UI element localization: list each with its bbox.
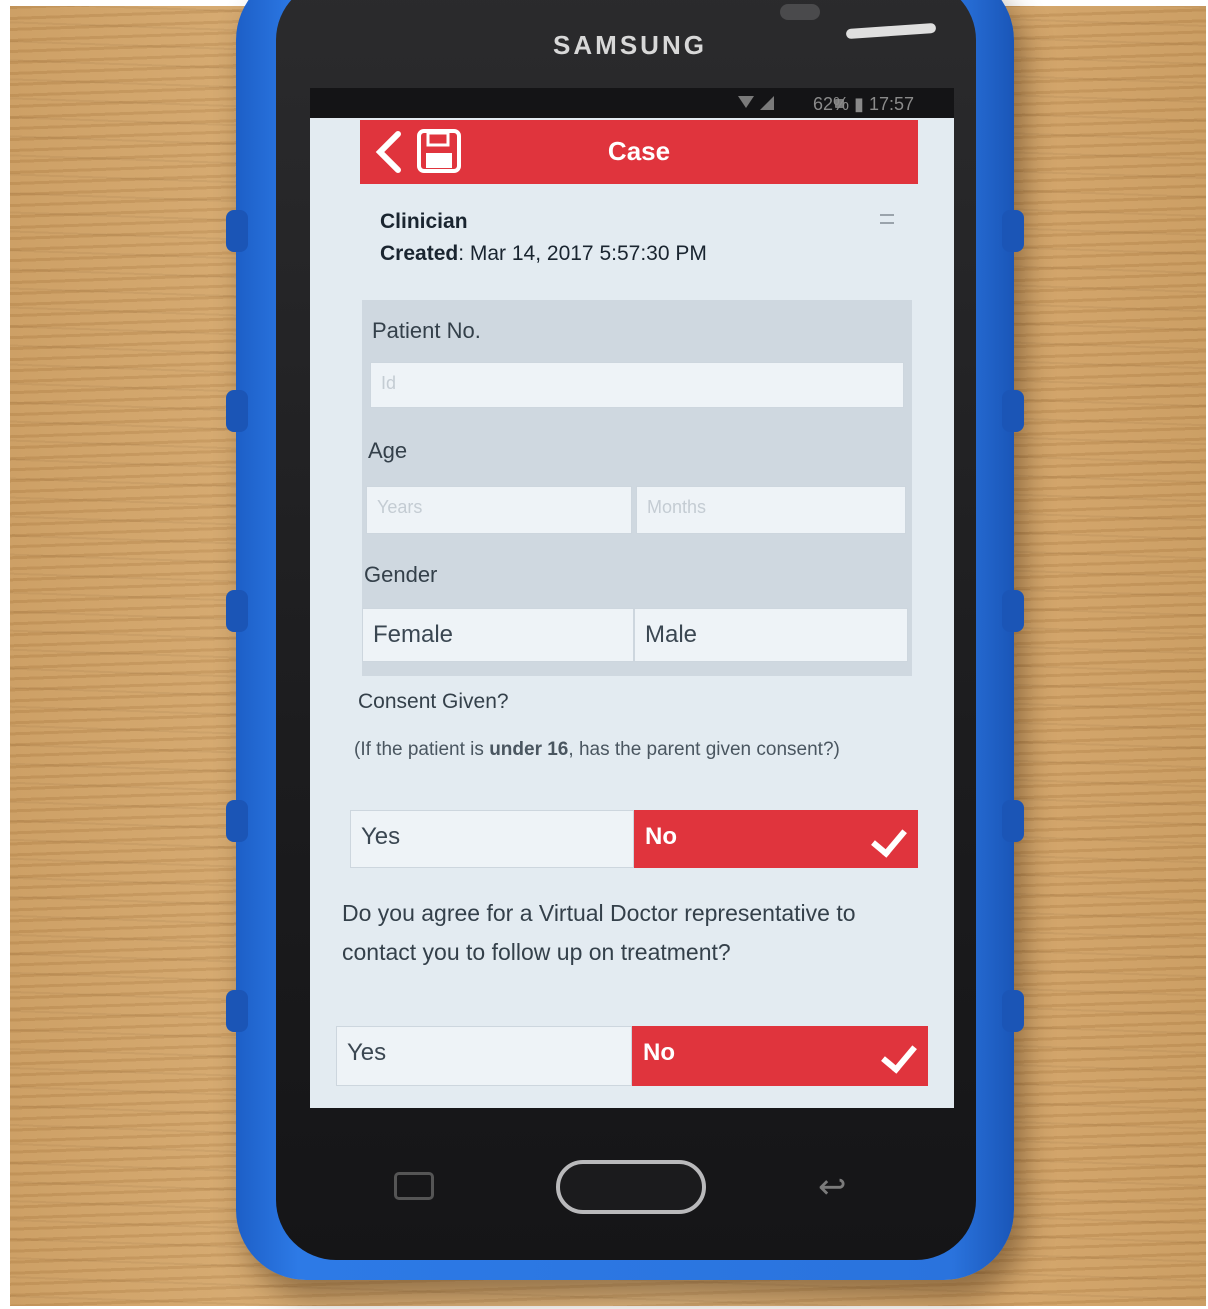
age-years-input[interactable]: Years — [366, 486, 632, 534]
phone-screen: 62% ▮ 17:57 Case Clinician Created: Mar … — [310, 88, 954, 1108]
recent-apps-icon[interactable] — [394, 1172, 434, 1200]
signal-icon — [760, 96, 774, 110]
case-bump — [226, 210, 248, 252]
menu-icon[interactable] — [880, 214, 894, 224]
case-info: Clinician Created: Mar 14, 2017 5:57:30 … — [380, 206, 910, 270]
back-arrow-icon[interactable]: ↩ — [818, 1170, 868, 1204]
case-bump — [226, 800, 248, 842]
created-value: : Mar 14, 2017 5:57:30 PM — [458, 242, 707, 265]
case-bump — [1002, 990, 1024, 1032]
patient-no-label: Patient No. — [372, 318, 481, 343]
follow-up-no-label: No — [643, 1039, 675, 1066]
case-bump — [226, 590, 248, 632]
page-title: Case — [607, 136, 671, 166]
clinician-label: Clinician — [380, 210, 468, 233]
consent-note-emphasis: under 16 — [489, 739, 569, 760]
case-bump — [1002, 390, 1024, 432]
follow-up-yes-option[interactable]: Yes — [336, 1026, 632, 1086]
checkmark-icon — [871, 820, 907, 858]
home-button[interactable] — [556, 1160, 706, 1214]
case-bump — [1002, 590, 1024, 632]
consent-question: Consent Given? — [358, 690, 509, 713]
gender-label: Gender — [364, 562, 438, 587]
consent-note-text: , has the parent given consent?) — [568, 739, 840, 760]
consent-no-label: No — [645, 823, 677, 850]
created-label: Created — [380, 242, 459, 265]
case-bump — [1002, 210, 1024, 252]
case-bump — [226, 990, 248, 1032]
wifi-icon — [738, 96, 754, 108]
gender-male-option[interactable]: Male — [634, 608, 908, 662]
consent-note-text: (If the patient is — [354, 739, 490, 760]
consent-no-option[interactable]: No — [634, 810, 918, 868]
consent-yes-option[interactable]: Yes — [350, 810, 634, 868]
earpiece-speaker — [780, 4, 820, 20]
status-bar: 62% ▮ 17:57 — [310, 88, 954, 118]
patient-id-input[interactable]: Id — [370, 362, 904, 408]
case-bump — [226, 390, 248, 432]
gender-female-option[interactable]: Female — [362, 608, 634, 662]
app-bar: Case — [360, 120, 918, 184]
battery-time: 62% ▮ 17:57 — [813, 94, 914, 114]
case-bump — [1002, 800, 1024, 842]
brand-logo: SAMSUNG — [553, 30, 707, 60]
follow-up-question: Do you agree for a Virtual Doctor repres… — [342, 900, 856, 965]
follow-up-no-option[interactable]: No — [632, 1026, 928, 1086]
age-months-input[interactable]: Months — [636, 486, 906, 534]
age-label: Age — [368, 438, 408, 463]
checkmark-icon — [881, 1036, 917, 1074]
consent-note: (If the patient is under 16, has the par… — [354, 732, 864, 768]
